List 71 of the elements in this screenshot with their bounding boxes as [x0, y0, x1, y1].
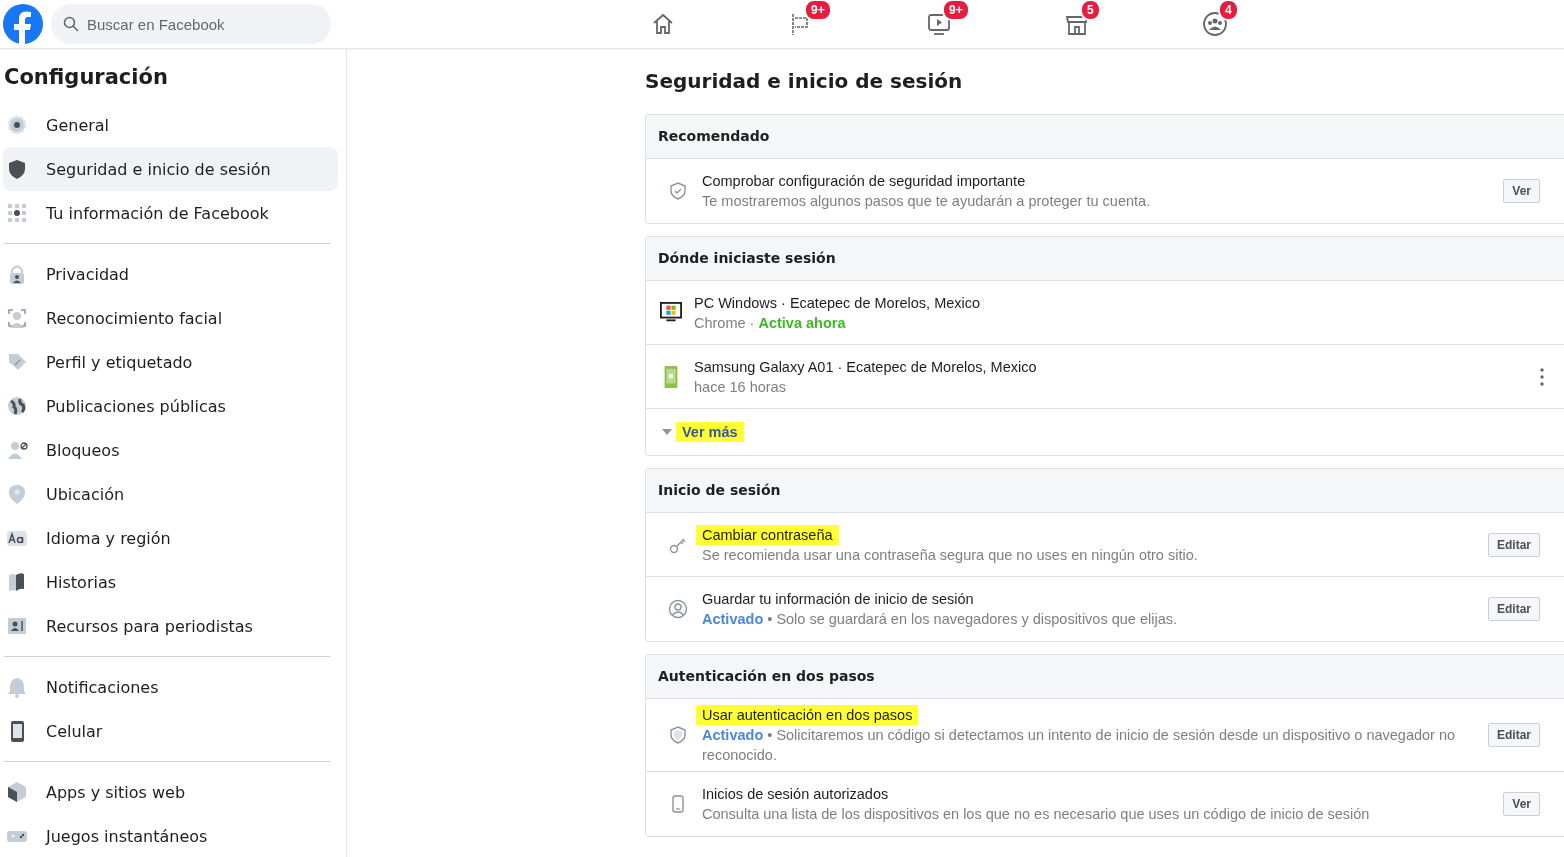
setting-description: Activado • Solicitaremos un código si detectamos un intento de inicio de sesión desde un dispositivo o navegador no reconocido. [702, 726, 1457, 765]
sidebar-title: Configuración [4, 65, 169, 89]
nav-tab[interactable]: 4 [1146, 0, 1284, 48]
device-name: Samsung Galaxy A01 [694, 358, 834, 375]
setting-description: Consulta una lista de los dispositivos en los que no es necesario que uses un código de inicio de sesión [702, 805, 1371, 824]
setting-description: Te mostraremos algunos pasos que te ayudarán a proteger tu cuenta. [702, 192, 1152, 211]
sidebar-item[interactable]: Seguridad e inicio de sesión [3, 147, 338, 191]
sidebar-item[interactable]: Notificaciones [3, 665, 338, 709]
action-button[interactable]: Editar [1488, 532, 1540, 557]
notification-count: 5 [1080, 0, 1101, 21]
person-blocked-icon [6, 439, 28, 461]
shield-icon [6, 158, 28, 180]
location-pin-icon [6, 483, 28, 505]
caret-down-icon [662, 429, 672, 435]
nav-tab[interactable]: 5 [1008, 0, 1146, 48]
globe-icon [6, 395, 28, 417]
sidebar-item[interactable]: Historias [3, 560, 338, 604]
tag-icon [6, 351, 28, 373]
action-button[interactable]: Editar [1488, 723, 1540, 747]
session-detail: hace 16 horas [694, 378, 786, 395]
sidebar-item[interactable]: Idioma y región [3, 516, 338, 560]
see-more-link[interactable]: Ver más [676, 422, 744, 442]
sidebar-item[interactable]: Ubicación [3, 472, 338, 516]
notification-count: 9+ [804, 0, 832, 21]
setting-title: Usar autenticación en dos pasos [696, 705, 919, 725]
user-circle-icon [668, 599, 688, 619]
id-card-icon [6, 615, 28, 637]
session-status: Activa ahora [758, 314, 846, 331]
sidebar-item[interactable]: Publicaciones públicas [3, 384, 338, 428]
sidebar-item[interactable]: Privacidad [3, 252, 338, 296]
setting-title: Guardar tu información de inicio de sesión [702, 591, 974, 607]
device-name: PC Windows [694, 294, 777, 311]
notification-count: 9+ [942, 0, 970, 21]
session-location: · Ecatepec de Morelos, Mexico [837, 358, 1037, 375]
page-title: Seguridad e inicio de sesión [645, 69, 964, 93]
logo-icon[interactable] [3, 4, 43, 44]
section-title: Dónde iniciaste sesión [646, 237, 1564, 281]
sidebar-item[interactable]: Apps y sitios web [3, 770, 338, 814]
sidebar-item[interactable]: Reconocimiento facial [3, 296, 338, 340]
face-scan-icon [6, 307, 28, 329]
sidebar-item[interactable]: Celular [3, 709, 338, 753]
search-field[interactable]: Buscar en Facebook [51, 4, 331, 44]
sidebar-item[interactable]: Perfil y etiquetado [3, 340, 338, 384]
sidebar-item[interactable]: Juegos instantáneos [3, 814, 338, 857]
notification-count: 4 [1218, 0, 1239, 21]
action-button[interactable]: Ver [1503, 792, 1540, 816]
more-options-icon[interactable] [1540, 367, 1544, 386]
bell-icon [6, 676, 28, 698]
action-button[interactable]: Ver [1503, 179, 1540, 203]
session-location: · Ecatepec de Morelos, Mexico [781, 294, 981, 311]
section-title: Recomendado [646, 115, 1564, 159]
session-detail: Chrome · [694, 314, 755, 331]
sidebar-item[interactable]: General [3, 103, 338, 147]
sidebar-item[interactable]: Recursos para periodistas [3, 604, 338, 648]
setting-title: Comprobar configuración de seguridad importante [702, 173, 1026, 189]
shield-check-icon [668, 181, 688, 201]
shield-icon [668, 725, 688, 745]
action-button[interactable]: Editar [1488, 597, 1540, 621]
section-title: Autenticación en dos pasos [646, 655, 1564, 699]
setting-title: Cambiar contraseña [696, 524, 839, 545]
sidebar-item[interactable]: Bloqueos [3, 428, 338, 472]
setting-description: Activado • Solo se guardará en los navegadores y dispositivos que elijas. [702, 610, 1178, 629]
sidebar-item[interactable]: Tu información de Facebook [3, 191, 338, 235]
gear-icon [6, 114, 28, 136]
grid-icon [6, 202, 28, 224]
setting-description: Se recomienda usar una contraseña segura que no uses en ningún otro sitio. [702, 545, 1199, 565]
section-title: Inicio de sesión [646, 469, 1564, 513]
cube-icon [6, 781, 28, 803]
setting-title: Inicios de sesión autorizados [702, 786, 889, 802]
nav-tab[interactable]: 9+ [870, 0, 1008, 48]
nav-tab[interactable]: 9+ [732, 0, 870, 48]
